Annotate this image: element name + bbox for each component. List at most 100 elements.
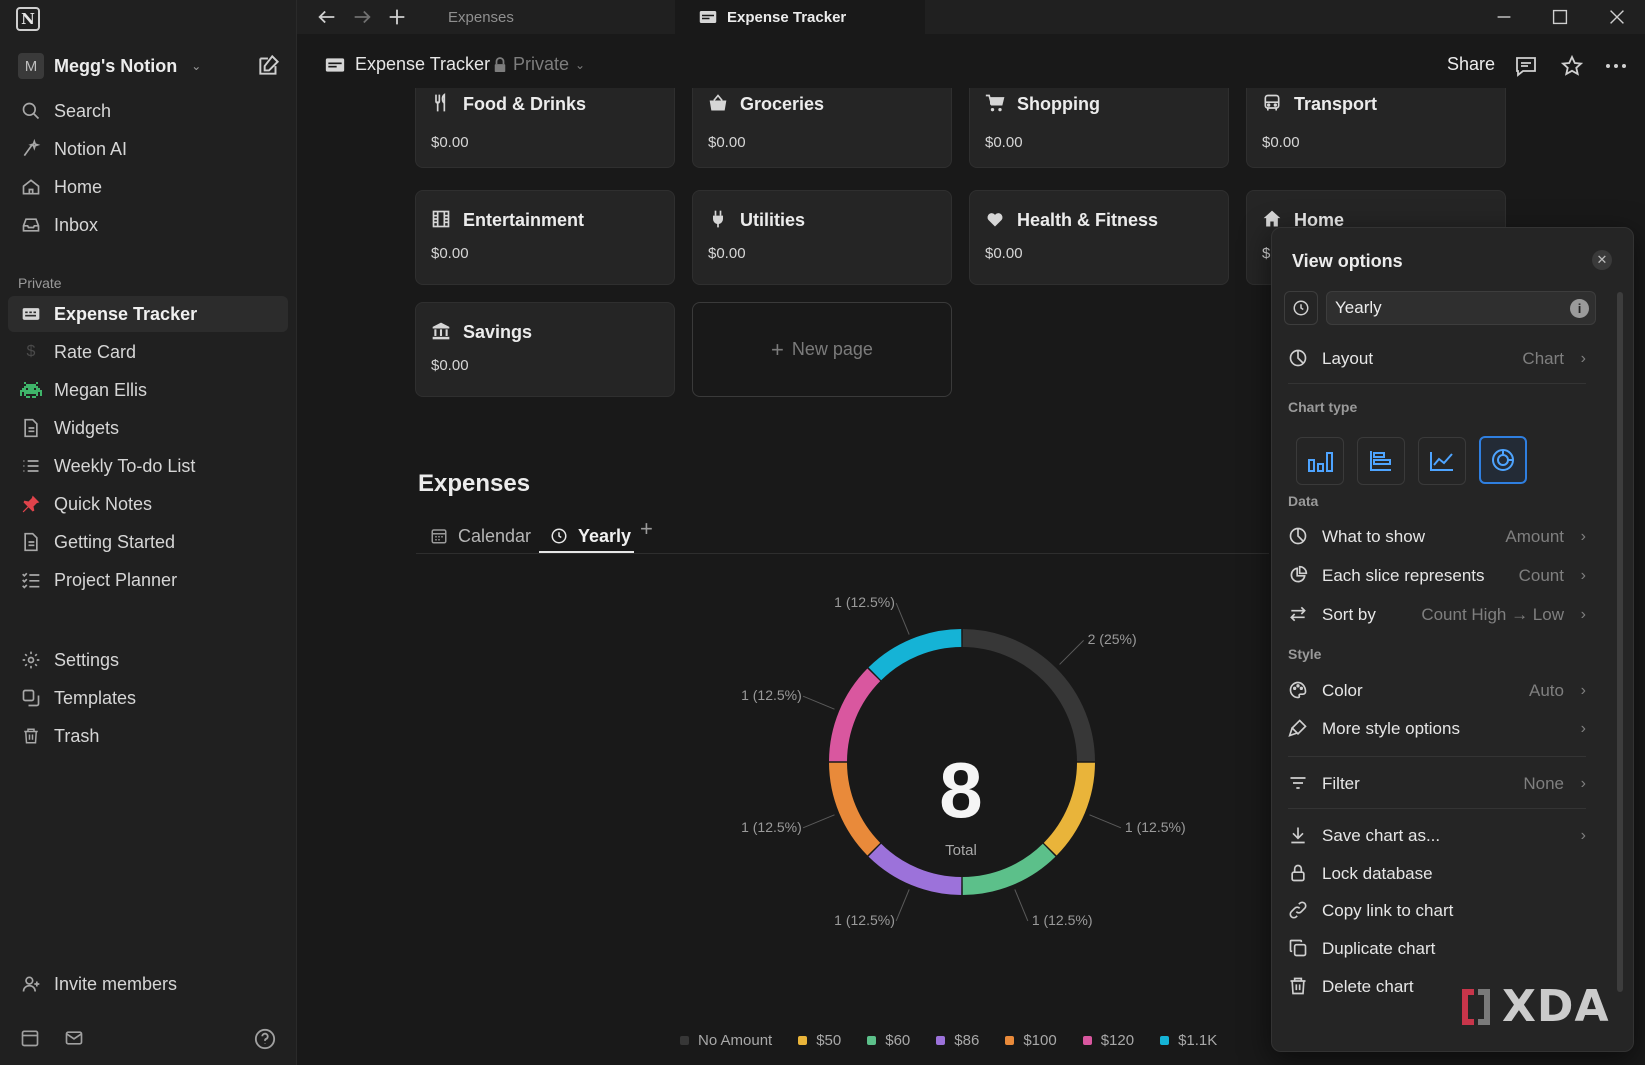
save-chart-as-option[interactable]: Save chart as... ›: [1288, 820, 1586, 852]
sort-by-option[interactable]: Sort by Count High → Low ›: [1288, 599, 1586, 631]
view-name-value: Yearly: [1335, 298, 1382, 317]
view-options-panel: View options ✕ Yearly i Layout Chart › C…: [1271, 227, 1634, 1052]
minimize-icon[interactable]: [1493, 6, 1515, 28]
new-page-icon[interactable]: [256, 52, 282, 78]
close-window-icon[interactable]: [1606, 6, 1628, 28]
donut-slice-6[interactable]: [829, 668, 881, 762]
sidebar-item-inbox[interactable]: Inbox: [8, 207, 288, 243]
maximize-icon[interactable]: [1549, 6, 1571, 28]
option-label: Lock database: [1322, 864, 1433, 883]
sidebar-item-notion-ai[interactable]: Notion AI: [8, 131, 288, 167]
sidebar-item-quick-notes[interactable]: Quick Notes: [8, 486, 288, 522]
category-card-health-fitness[interactable]: Health & Fitness $0.00: [969, 190, 1229, 285]
trash-icon: [20, 725, 42, 747]
sidebar-item-widgets[interactable]: Widgets: [8, 410, 288, 446]
category-card-transport[interactable]: Transport $0.00: [1246, 88, 1506, 168]
option-label: More style options: [1322, 719, 1460, 738]
clock-icon: [550, 527, 568, 545]
option-value: Auto: [1529, 681, 1564, 700]
sidebar-item-expense-tracker[interactable]: Expense Tracker: [8, 296, 288, 332]
panel-scrollbar[interactable]: [1617, 292, 1623, 992]
option-value: Count High → Low: [1421, 605, 1564, 624]
add-view-plus-icon[interactable]: +: [640, 516, 653, 542]
workspace-switcher[interactable]: M Megg's Notion ⌄: [18, 53, 201, 79]
horizontal-bar-chart-icon[interactable]: [1357, 437, 1405, 485]
filter-option[interactable]: Filter None ›: [1288, 768, 1586, 800]
trash-icon: [1288, 976, 1310, 998]
notion-logo-icon[interactable]: N: [16, 7, 40, 31]
category-card-groceries[interactable]: Groceries $0.00: [692, 88, 952, 168]
info-icon[interactable]: i: [1570, 299, 1589, 318]
breadcrumb[interactable]: Expense Tracker: [325, 54, 490, 75]
clock-icon[interactable]: [1284, 291, 1318, 325]
sidebar-item-megan-ellis[interactable]: Megan Ellis: [8, 372, 288, 408]
view-tab-calendar[interactable]: Calendar: [430, 520, 531, 552]
legend-swatch: [867, 1036, 877, 1045]
view-tab-yearly[interactable]: Yearly: [550, 520, 631, 552]
comment-icon[interactable]: [1514, 54, 1538, 78]
slice-leader-line: [1014, 889, 1029, 922]
mail-icon[interactable]: [64, 1028, 86, 1050]
slice-leader-line: [895, 889, 910, 922]
tab-expenses[interactable]: Expenses: [420, 0, 675, 34]
category-card-savings[interactable]: Savings $0.00: [415, 302, 675, 397]
view-name-row: Yearly i: [1284, 291, 1596, 325]
duplicate-chart-option[interactable]: Duplicate chart: [1288, 933, 1586, 965]
sidebar-item-search[interactable]: Search: [8, 93, 288, 129]
expense-tracker-icon: [699, 9, 717, 25]
layout-chart-icon: [1288, 348, 1310, 370]
calendar-icon[interactable]: [20, 1028, 42, 1050]
star-icon[interactable]: [1560, 54, 1584, 78]
color-option[interactable]: Color Auto ›: [1288, 675, 1586, 707]
database-title[interactable]: Expenses: [418, 470, 530, 498]
donut-chart-icon[interactable]: [1479, 436, 1527, 484]
bank-icon: [431, 321, 453, 343]
more-options-icon[interactable]: [1604, 54, 1628, 78]
copy-link-option[interactable]: Copy link to chart: [1288, 895, 1586, 927]
privacy-selector[interactable]: Private ⌄: [493, 54, 585, 75]
sidebar-item-weekly-todo[interactable]: Weekly To-do List: [8, 448, 288, 484]
lock-database-option[interactable]: Lock database: [1288, 858, 1586, 890]
card-title: Transport: [1294, 93, 1378, 114]
legend-item: $60: [867, 1032, 910, 1049]
tab-expense-tracker[interactable]: Expense Tracker: [675, 0, 925, 34]
legend-label: No Amount: [698, 1032, 773, 1049]
option-label: Delete chart: [1322, 977, 1414, 996]
category-card-utilities[interactable]: Utilities $0.00: [692, 190, 952, 285]
legend-swatch: [1082, 1036, 1092, 1045]
sidebar-item-settings[interactable]: Settings: [8, 642, 288, 678]
new-tab-plus-icon[interactable]: [386, 6, 408, 28]
card-amount: $0.00: [708, 134, 746, 151]
share-button[interactable]: Share: [1447, 54, 1495, 75]
donut-slice-7[interactable]: [868, 629, 962, 681]
category-card-entertainment[interactable]: Entertainment $0.00: [415, 190, 675, 285]
duplicate-icon: [1288, 938, 1310, 960]
each-slice-option[interactable]: Each slice represents Count ›: [1288, 560, 1586, 592]
invite-members-button[interactable]: Invite members: [8, 966, 288, 1002]
search-icon: [20, 100, 42, 122]
vertical-bar-chart-icon[interactable]: [1296, 437, 1344, 485]
help-icon[interactable]: [254, 1028, 276, 1050]
what-to-show-option[interactable]: What to show Amount ›: [1288, 521, 1586, 553]
view-name-input[interactable]: Yearly i: [1326, 291, 1596, 325]
category-card-food-drinks[interactable]: Food & Drinks $0.00: [415, 88, 675, 168]
category-card-shopping[interactable]: Shopping $0.00: [969, 88, 1229, 168]
sidebar-item-home[interactable]: Home: [8, 169, 288, 205]
sidebar-item-templates[interactable]: Templates: [8, 680, 288, 716]
donut-slice-2[interactable]: [1043, 762, 1095, 856]
close-icon[interactable]: ✕: [1592, 250, 1612, 270]
option-label: Save chart as...: [1322, 826, 1441, 845]
forward-arrow-icon[interactable]: [351, 6, 373, 28]
layout-option[interactable]: Layout Chart ›: [1288, 343, 1586, 375]
sidebar-item-getting-started[interactable]: Getting Started: [8, 524, 288, 560]
donut-slice-5[interactable]: [829, 762, 881, 856]
line-chart-icon[interactable]: [1418, 437, 1466, 485]
sidebar-item-project-planner[interactable]: Project Planner: [8, 562, 288, 598]
invite-user-icon: [20, 973, 42, 995]
sidebar-item-rate-card[interactable]: $ Rate Card: [8, 334, 288, 370]
new-page-button[interactable]: + New page: [692, 302, 952, 397]
more-style-options[interactable]: More style options ›: [1288, 713, 1586, 745]
sidebar-item-trash[interactable]: Trash: [8, 718, 288, 754]
legend-item: $86: [936, 1032, 979, 1049]
back-arrow-icon[interactable]: [316, 6, 338, 28]
